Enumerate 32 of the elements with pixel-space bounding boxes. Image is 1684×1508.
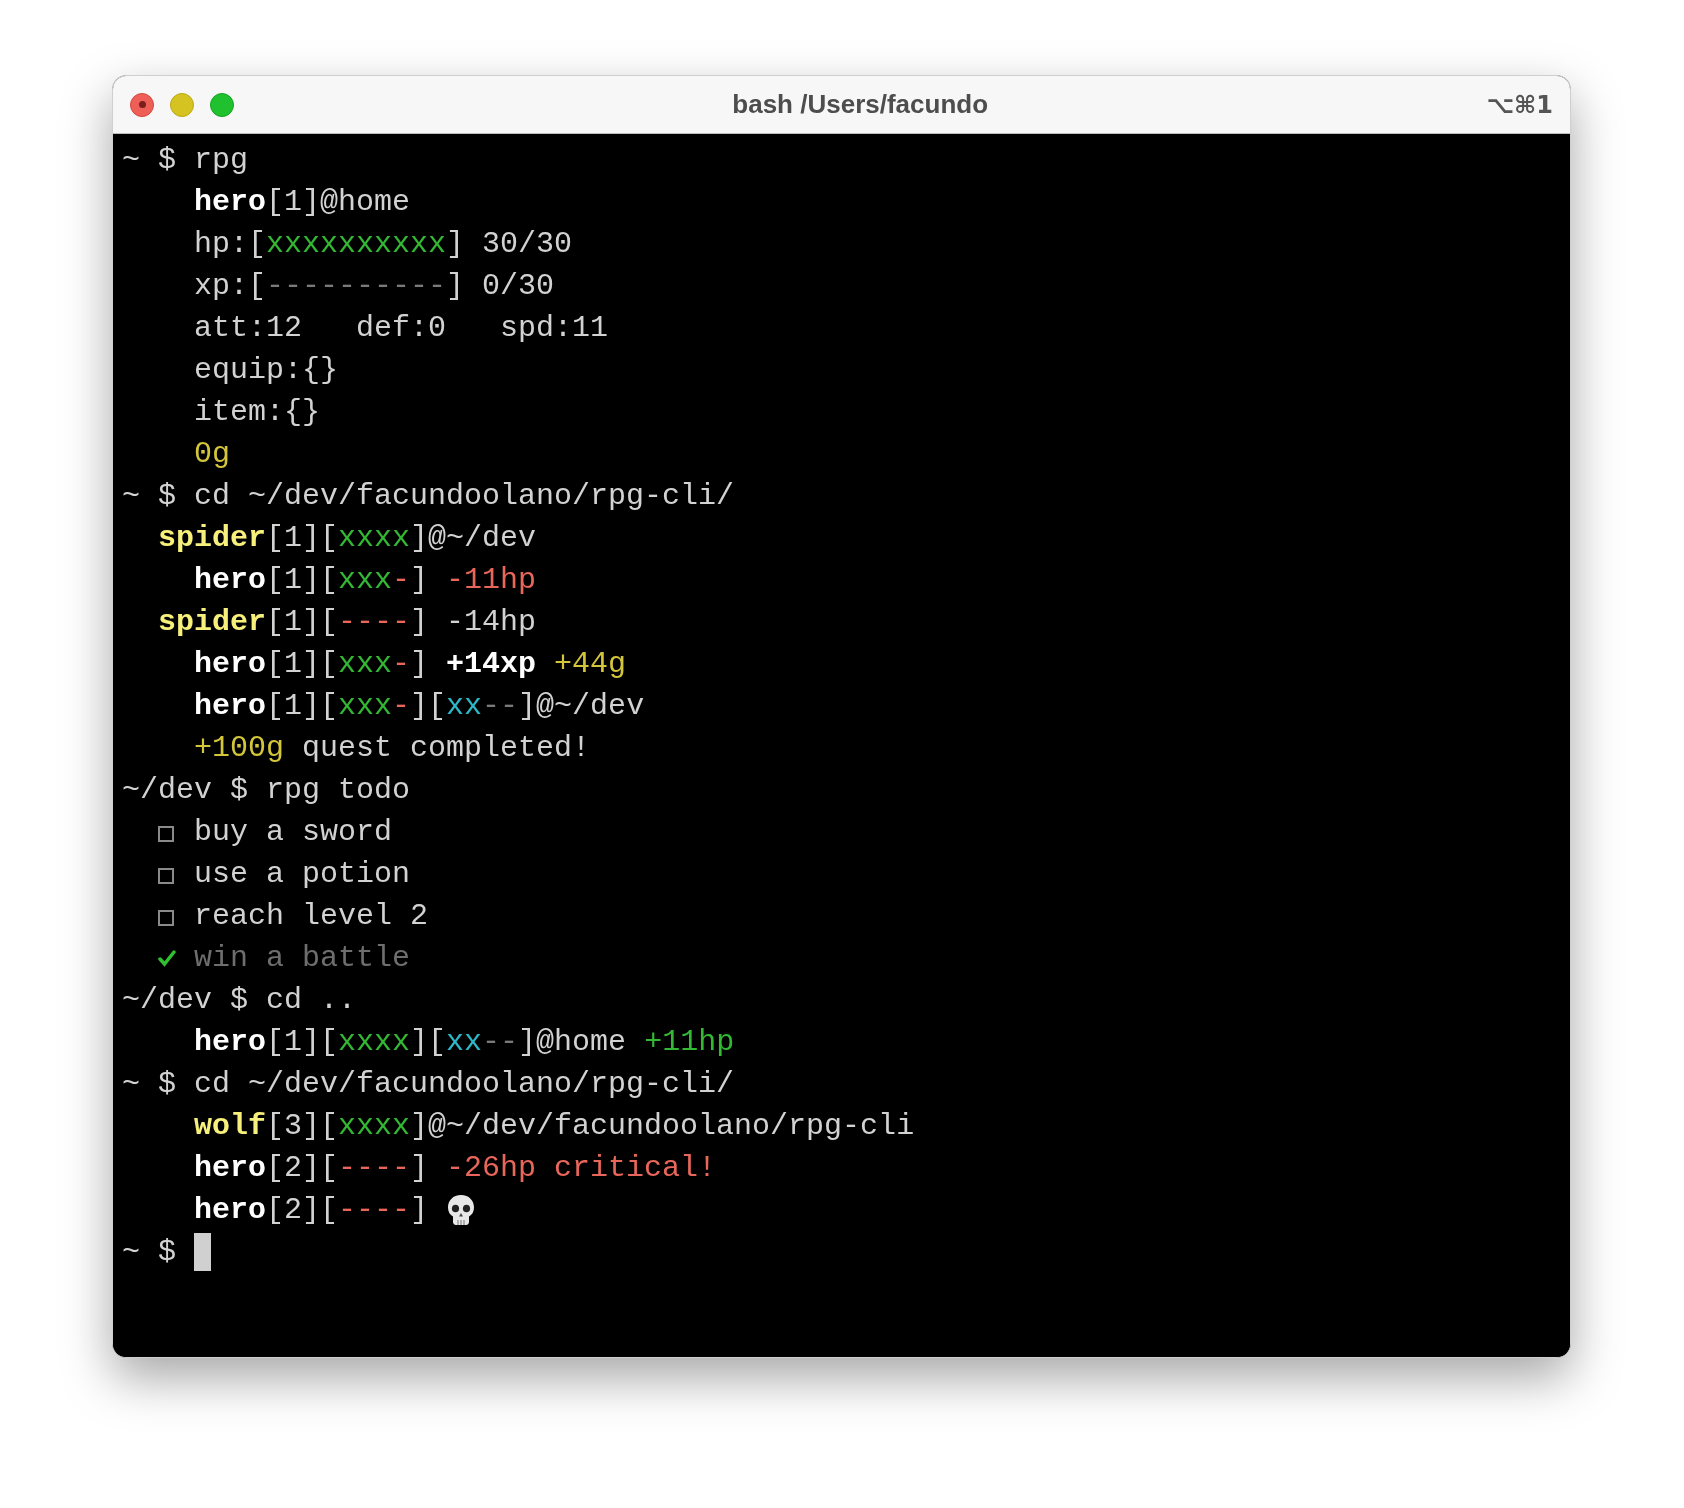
output-line: hero[1][xxx-] -11hp (194, 562, 537, 599)
output-line: item:{} (194, 394, 321, 431)
output-line: hero[1]@home (194, 184, 411, 221)
todo-text: use a potion (194, 856, 411, 893)
maximize-button[interactable] (210, 92, 234, 117)
output-line: wolf[3][xxxx]@~/dev/facundoolano/rpg-cli (194, 1108, 915, 1145)
command-line: ~ $ cd ~/dev/facundoolano/rpg-cli/ (122, 1066, 735, 1103)
close-button[interactable] (130, 92, 154, 117)
output-line: att:12 def:0 spd:11 (194, 310, 609, 347)
output-line: hero[1][xxxx][xx--]@home +11hp (194, 1024, 735, 1061)
output-line: hero[1][xxx-][xx--]@~/dev (194, 688, 645, 725)
window-title: bash /Users/facundo (732, 88, 989, 121)
minimize-button[interactable] (170, 92, 194, 117)
command-line: ~ $ (122, 1234, 176, 1271)
shortcut-label: ⌥⌘1 (1486, 89, 1553, 121)
command-line: ~ $ rpg (122, 142, 249, 179)
output-line: spider[1][xxxx]@~/dev (158, 520, 537, 557)
output-line: spider[1][----] -14hp (158, 604, 537, 641)
output-line: 0g (194, 436, 230, 473)
command-line: ~/dev $ rpg todo (122, 772, 411, 809)
todo-text: reach level 2 (194, 898, 429, 935)
output-line: hero[1][xxx-] +14xp +44g (194, 646, 627, 683)
command-line: ~ $ cd ~/dev/facundoolano/rpg-cli/ (122, 478, 735, 515)
todo-text: buy a sword (194, 814, 393, 851)
output-line: +100g quest completed! (194, 730, 591, 767)
output-line: hero[2][----] (194, 1192, 429, 1229)
output-line: xp:[----------] 0/30 (194, 268, 555, 305)
output-line: equip:{} (194, 352, 339, 389)
todo-text: win a battle (194, 940, 411, 977)
output-line: hp:[xxxxxxxxxx] 30/30 (194, 226, 573, 263)
output-line: hero[2][----] -26hp critical! (194, 1150, 717, 1187)
command-line: ~/dev $ cd .. (122, 982, 357, 1019)
